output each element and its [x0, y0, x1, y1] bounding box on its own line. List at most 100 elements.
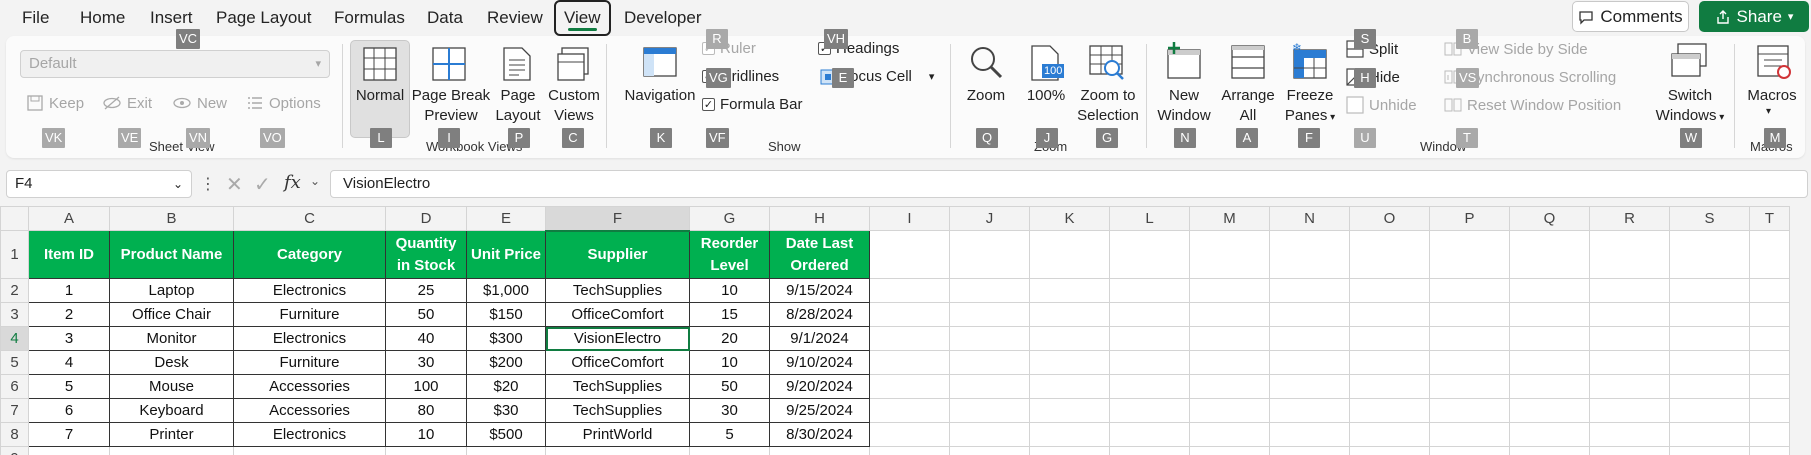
- cell-m5[interactable]: [1189, 350, 1270, 375]
- cell-g7[interactable]: 30: [689, 398, 770, 423]
- cell-o3[interactable]: [1349, 302, 1430, 327]
- cell-s9[interactable]: [1669, 446, 1750, 455]
- cell-s3[interactable]: [1669, 302, 1750, 327]
- cell-e8[interactable]: $500: [466, 422, 546, 447]
- cell-t3[interactable]: [1749, 302, 1790, 327]
- cell-d5[interactable]: 30: [385, 350, 467, 375]
- cell-h6[interactable]: 9/20/2024: [769, 374, 870, 399]
- row-header-5[interactable]: 5: [0, 350, 29, 375]
- cell-q6[interactable]: [1509, 374, 1590, 399]
- cell-l1[interactable]: [1109, 230, 1190, 279]
- cell-d3[interactable]: 50: [385, 302, 467, 327]
- column-header-t[interactable]: T: [1749, 206, 1790, 231]
- cell-a3[interactable]: 2: [28, 302, 110, 327]
- cell-p3[interactable]: [1429, 302, 1510, 327]
- cell-b7[interactable]: Keyboard: [109, 398, 234, 423]
- cell-o6[interactable]: [1349, 374, 1430, 399]
- cell-r2[interactable]: [1589, 278, 1670, 303]
- row-header-1[interactable]: 1: [0, 230, 29, 279]
- zoom-label[interactable]: Zoom: [960, 86, 1012, 106]
- row-header-8[interactable]: 8: [0, 422, 29, 447]
- column-header-n[interactable]: N: [1269, 206, 1350, 231]
- cell-j3[interactable]: [949, 302, 1030, 327]
- cell-t2[interactable]: [1749, 278, 1790, 303]
- cell-f5[interactable]: OfficeComfort: [545, 350, 690, 375]
- cell-b9[interactable]: [109, 446, 234, 455]
- macros-label[interactable]: Macros: [1742, 86, 1802, 106]
- cell-h8[interactable]: 8/30/2024: [769, 422, 870, 447]
- cell-l5[interactable]: [1109, 350, 1190, 375]
- column-header-k[interactable]: K: [1029, 206, 1110, 231]
- cell-r8[interactable]: [1589, 422, 1670, 447]
- cell-p7[interactable]: [1429, 398, 1510, 423]
- cell-c7[interactable]: Accessories: [233, 398, 386, 423]
- cell-g6[interactable]: 50: [689, 374, 770, 399]
- cell-h1[interactable]: Date Last Ordered: [769, 230, 870, 279]
- cell-m1[interactable]: [1189, 230, 1270, 279]
- cell-o1[interactable]: [1349, 230, 1430, 279]
- cell-k5[interactable]: [1029, 350, 1110, 375]
- cell-d6[interactable]: 100: [385, 374, 467, 399]
- column-header-j[interactable]: J: [949, 206, 1030, 231]
- cell-h5[interactable]: 9/10/2024: [769, 350, 870, 375]
- cell-k4[interactable]: [1029, 326, 1110, 351]
- cell-a1[interactable]: Item ID: [28, 230, 110, 279]
- cell-o2[interactable]: [1349, 278, 1430, 303]
- cell-i5[interactable]: [869, 350, 950, 375]
- cell-d9[interactable]: [385, 446, 467, 455]
- cell-n3[interactable]: [1269, 302, 1350, 327]
- cell-h4[interactable]: 9/1/2024: [769, 326, 870, 351]
- new-window-label-2[interactable]: Window: [1154, 106, 1214, 126]
- cell-n4[interactable]: [1269, 326, 1350, 351]
- cell-p2[interactable]: [1429, 278, 1510, 303]
- cell-o8[interactable]: [1349, 422, 1430, 447]
- cell-h9[interactable]: [769, 446, 870, 455]
- cell-b8[interactable]: Printer: [109, 422, 234, 447]
- cell-t8[interactable]: [1749, 422, 1790, 447]
- cell-p1[interactable]: [1429, 230, 1510, 279]
- column-header-d[interactable]: D: [385, 206, 467, 231]
- options-button[interactable]: Options: [246, 94, 321, 112]
- select-all-corner[interactable]: [0, 206, 29, 231]
- cell-q2[interactable]: [1509, 278, 1590, 303]
- cell-l6[interactable]: [1109, 374, 1190, 399]
- zoom-selection-label-1[interactable]: Zoom to: [1070, 86, 1146, 106]
- column-header-q[interactable]: Q: [1509, 206, 1590, 231]
- cell-f8[interactable]: PrintWorld: [545, 422, 690, 447]
- column-header-f[interactable]: F: [545, 206, 690, 232]
- cell-j7[interactable]: [949, 398, 1030, 423]
- cell-d4[interactable]: 40: [385, 326, 467, 351]
- cell-c9[interactable]: [233, 446, 386, 455]
- cell-j5[interactable]: [949, 350, 1030, 375]
- cell-s4[interactable]: [1669, 326, 1750, 351]
- cell-g5[interactable]: 10: [689, 350, 770, 375]
- page-layout-label-1[interactable]: Page: [492, 86, 544, 106]
- switch-windows-label-2[interactable]: Windows ▾: [1650, 106, 1730, 128]
- arrange-all-label-1[interactable]: Arrange: [1214, 86, 1282, 106]
- zoom-selection-label-2[interactable]: Selection: [1070, 106, 1146, 126]
- cell-r9[interactable]: [1589, 446, 1670, 455]
- cell-b1[interactable]: Product Name: [109, 230, 234, 279]
- tab-review[interactable]: Review: [487, 6, 543, 30]
- cell-p8[interactable]: [1429, 422, 1510, 447]
- column-header-i[interactable]: I: [869, 206, 950, 231]
- unhide-button[interactable]: Unhide: [1346, 96, 1417, 114]
- column-header-h[interactable]: H: [769, 206, 870, 231]
- cell-k8[interactable]: [1029, 422, 1110, 447]
- cell-m9[interactable]: [1189, 446, 1270, 455]
- reset-window-position-button[interactable]: Reset Window Position: [1444, 96, 1621, 114]
- cell-b4[interactable]: Monitor: [109, 326, 234, 351]
- insert-function-icon[interactable]: fx: [284, 172, 301, 193]
- row-header-7[interactable]: 7: [0, 398, 29, 423]
- cell-s7[interactable]: [1669, 398, 1750, 423]
- formula-bar-checkbox[interactable]: ✓ Formula Bar: [702, 96, 803, 113]
- tab-page-layout[interactable]: Page Layout: [216, 6, 311, 30]
- tab-developer[interactable]: Developer: [624, 6, 702, 30]
- cell-e9[interactable]: [466, 446, 546, 455]
- cell-q3[interactable]: [1509, 302, 1590, 327]
- row-header-6[interactable]: 6: [0, 374, 29, 399]
- cell-l9[interactable]: [1109, 446, 1190, 455]
- cell-p9[interactable]: [1429, 446, 1510, 455]
- cell-f4[interactable]: VisionElectro: [545, 326, 690, 351]
- row-header-3[interactable]: 3: [0, 302, 29, 327]
